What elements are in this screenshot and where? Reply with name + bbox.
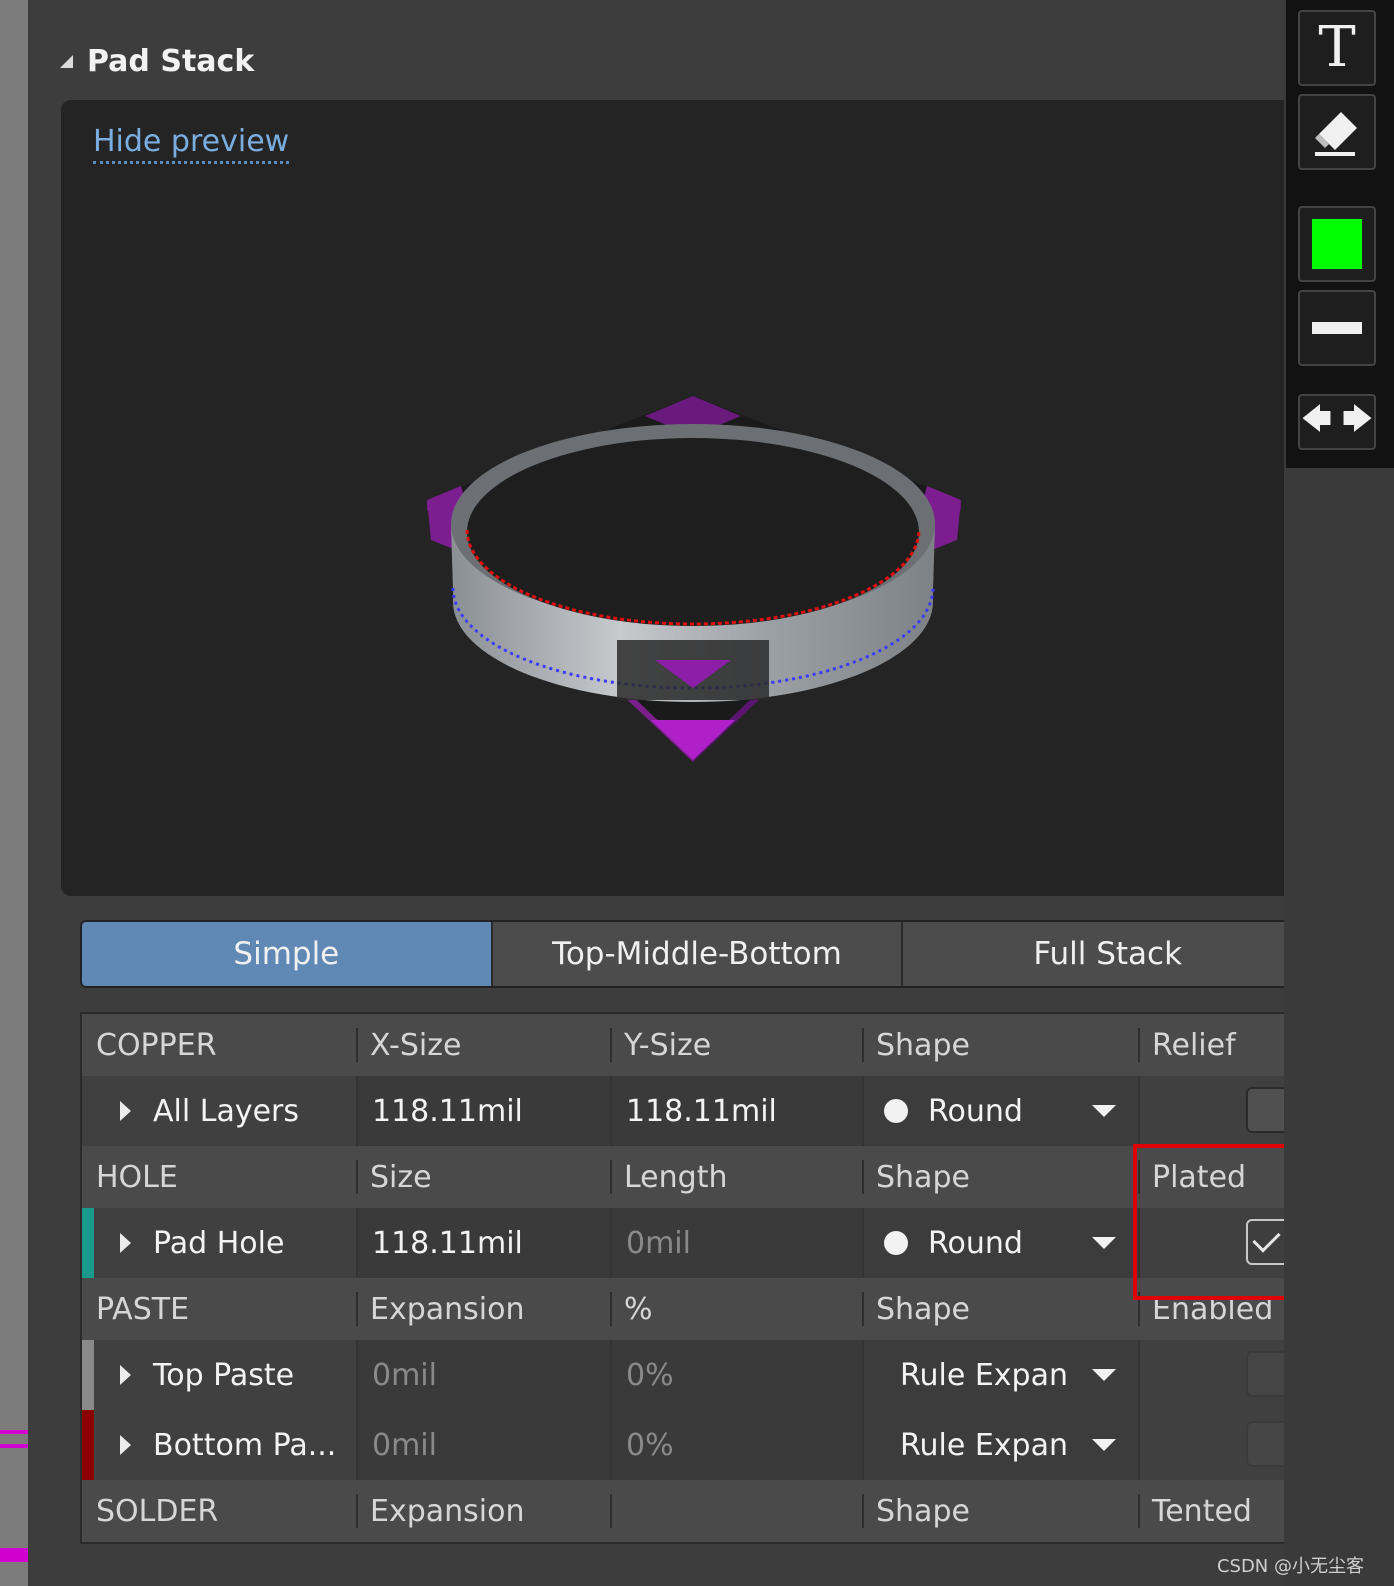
pad-3d-preview (427, 396, 961, 762)
tab-top-middle-bottom[interactable]: Top-Middle-Bottom (492, 922, 904, 986)
dropdown-caret-icon (1092, 1237, 1116, 1249)
shape-value: Round (928, 1093, 1023, 1129)
column-header: Expansion (356, 1278, 610, 1340)
pad-preview: Hide preview (61, 100, 1331, 896)
row-label: Top Paste (153, 1357, 295, 1393)
column-header: PASTE (96, 1291, 190, 1327)
layer-color-bar (82, 1076, 94, 1146)
shape-dropdown[interactable]: Rule Expan (862, 1410, 1138, 1480)
paste-header-row: PASTE Expansion % Shape Enabled (82, 1278, 1308, 1340)
round-shape-icon (884, 1231, 908, 1255)
column-header: Shape (862, 1146, 1138, 1208)
column-header: Y-Size (610, 1014, 862, 1076)
expand-arrow-icon[interactable] (120, 1435, 131, 1455)
round-shape-icon (884, 1099, 908, 1123)
row-name-cell: Pad Hole (82, 1208, 356, 1278)
row-label: All Layers (153, 1093, 300, 1129)
column-header: Size (356, 1146, 610, 1208)
table-row[interactable]: Pad Hole 118.11mil 0mil Round (82, 1208, 1308, 1278)
dropdown-caret-icon (1092, 1439, 1116, 1451)
arrow-right-icon[interactable]: 🡆 (1342, 397, 1373, 448)
column-header: COPPER (96, 1027, 217, 1063)
eraser-tool-button[interactable] (1298, 94, 1376, 170)
checkmark-icon (1252, 1224, 1281, 1253)
row-name-cell: Bottom Pa... (82, 1410, 356, 1480)
line-width-button[interactable] (1298, 290, 1376, 366)
shape-dropdown[interactable]: Round (862, 1076, 1138, 1146)
text-tool-icon: T (1318, 15, 1356, 80)
shape-value: Rule Expan (900, 1357, 1068, 1393)
column-header: Expansion (356, 1480, 610, 1542)
shape-dropdown[interactable]: Round (862, 1208, 1138, 1278)
color-swatch-button[interactable] (1298, 206, 1376, 282)
column-header: HOLE (96, 1159, 178, 1195)
table-row[interactable]: All Layers 118.11mil 118.11mil Round (82, 1076, 1308, 1146)
column-header: SOLDER (96, 1493, 219, 1529)
hole-length-field[interactable]: 0mil (610, 1208, 862, 1278)
table-row[interactable]: Bottom Pa... 0mil 0% Rule Expan (82, 1410, 1308, 1480)
right-toolbar: T 🡄 🡆 (1284, 0, 1394, 1586)
layer-mark (0, 1548, 28, 1562)
left-strip (0, 0, 28, 1586)
expand-arrow-icon[interactable] (120, 1365, 131, 1385)
pad-stack-section-header[interactable]: Pad Stack (60, 36, 254, 86)
column-header: Shape (862, 1278, 1138, 1340)
row-name-cell: All Layers (82, 1076, 356, 1146)
shape-value: Round (928, 1225, 1023, 1261)
layer-mark (0, 1430, 28, 1448)
plated-cell (1138, 1208, 1308, 1278)
hole-header-row: HOLE Size Length Shape Plated (82, 1146, 1308, 1208)
row-label: Bottom Pa... (153, 1427, 337, 1463)
shape-value: Rule Expan (900, 1427, 1068, 1463)
column-header: Plated (1138, 1146, 1308, 1208)
column-header: Enabled (1138, 1278, 1308, 1340)
shape-dropdown[interactable]: Rule Expan (862, 1340, 1138, 1410)
row-name-cell: Top Paste (82, 1340, 356, 1410)
nav-arrows-button[interactable]: 🡄 🡆 (1298, 394, 1376, 450)
column-header: Length (610, 1146, 862, 1208)
tab-full-stack[interactable]: Full Stack (903, 922, 1312, 986)
column-header: Shape (862, 1014, 1138, 1076)
y-size-field[interactable]: 118.11mil (610, 1076, 862, 1146)
enabled-cell (1138, 1340, 1308, 1410)
column-header: Shape (862, 1480, 1138, 1542)
dropdown-caret-icon (1092, 1105, 1116, 1117)
hole-size-field[interactable]: 118.11mil (356, 1208, 610, 1278)
tab-simple[interactable]: Simple (82, 922, 493, 986)
row-label: Pad Hole (153, 1225, 285, 1261)
watermark-text: CSDN @小无尘客 (1216, 1556, 1364, 1577)
layer-color-bar (82, 1340, 94, 1410)
layer-color-bar (82, 1410, 94, 1480)
pad-stack-grid: COPPER X-Size Y-Size Shape Relief All La… (80, 1012, 1310, 1544)
paste-percent-field[interactable]: 0% (610, 1340, 862, 1410)
column-header (610, 1480, 862, 1542)
dropdown-caret-icon (1092, 1369, 1116, 1381)
color-swatch (1312, 219, 1362, 269)
eraser-icon (1315, 112, 1357, 156)
line-width-icon (1312, 322, 1362, 334)
column-header: Relief (1138, 1014, 1308, 1076)
copper-header-row: COPPER X-Size Y-Size Shape Relief (82, 1014, 1308, 1076)
expand-arrow-icon[interactable] (120, 1101, 131, 1121)
text-tool-button[interactable]: T (1298, 10, 1376, 86)
plated-hole-ring (451, 424, 935, 702)
expand-arrow-icon[interactable] (120, 1233, 131, 1253)
paste-expansion-field[interactable]: 0mil (356, 1340, 610, 1410)
stack-mode-tabs: Simple Top-Middle-Bottom Full Stack (80, 920, 1314, 988)
layer-color-bar (82, 1208, 94, 1278)
paste-percent-field[interactable]: 0% (610, 1410, 862, 1480)
column-header: % (610, 1278, 862, 1340)
collapse-triangle-icon[interactable] (60, 54, 73, 68)
arrow-left-icon[interactable]: 🡄 (1301, 397, 1332, 448)
section-title: Pad Stack (87, 43, 255, 79)
relief-cell (1138, 1076, 1308, 1146)
table-row[interactable]: Top Paste 0mil 0% Rule Expan (82, 1340, 1308, 1410)
column-header: X-Size (356, 1014, 610, 1076)
solder-header-row: SOLDER Expansion Shape Tented (82, 1480, 1308, 1542)
column-header: Tented (1138, 1480, 1308, 1542)
paste-expansion-field[interactable]: 0mil (356, 1410, 610, 1480)
x-size-field[interactable]: 118.11mil (356, 1076, 610, 1146)
enabled-cell (1138, 1410, 1308, 1480)
